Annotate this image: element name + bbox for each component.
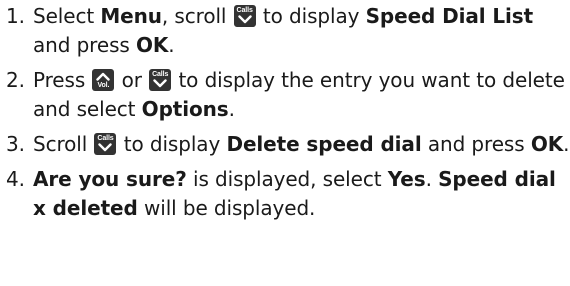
step-text: to display — [256, 4, 366, 28]
step-number: 4. — [6, 167, 25, 191]
speed-dial-list-label: Speed Dial List — [365, 4, 534, 28]
step-text: . — [168, 33, 175, 57]
calls-down-key-icon: Calls — [94, 133, 117, 155]
step-text: is displayed, select — [186, 167, 388, 191]
vol-up-key-icon: Vol. — [92, 69, 115, 91]
step-text: or — [115, 68, 149, 92]
step-3: 3. Scroll Calls to display Delete speed … — [0, 130, 570, 159]
step-text: Press — [33, 68, 92, 92]
yes-key-label: Yes — [387, 167, 426, 191]
step-text: to display — [117, 132, 227, 156]
step-text: . — [563, 132, 570, 156]
step-number: 2. — [6, 68, 25, 92]
menu-key-label: Menu — [100, 4, 162, 28]
step-text: and press — [421, 132, 531, 156]
step-2: 2. Press Vol. or Calls to display the en… — [0, 66, 570, 124]
instruction-steps: 1. Select Menu, scroll Calls to display … — [0, 2, 570, 223]
step-1: 1. Select Menu, scroll Calls to display … — [0, 2, 570, 60]
ok-key-label: OK — [530, 132, 564, 156]
step-number: 1. — [6, 4, 25, 28]
step-text: . — [425, 167, 439, 191]
step-text: , scroll — [161, 4, 233, 28]
step-4: 4. Are you sure? is displayed, select Ye… — [0, 165, 570, 223]
step-text: Scroll — [33, 132, 94, 156]
options-key-label: Options — [141, 97, 229, 121]
step-text: Select — [33, 4, 101, 28]
delete-speed-dial-label: Delete speed dial — [226, 132, 422, 156]
ok-key-label: OK — [135, 33, 169, 57]
are-you-sure-prompt: Are you sure? — [33, 167, 187, 191]
step-number: 3. — [6, 132, 25, 156]
calls-down-key-icon: Calls — [233, 5, 256, 27]
step-text: . — [228, 97, 235, 121]
step-text: and press — [33, 33, 136, 57]
calls-down-key-icon: Calls — [149, 69, 172, 91]
step-text: will be displayed. — [137, 196, 316, 220]
